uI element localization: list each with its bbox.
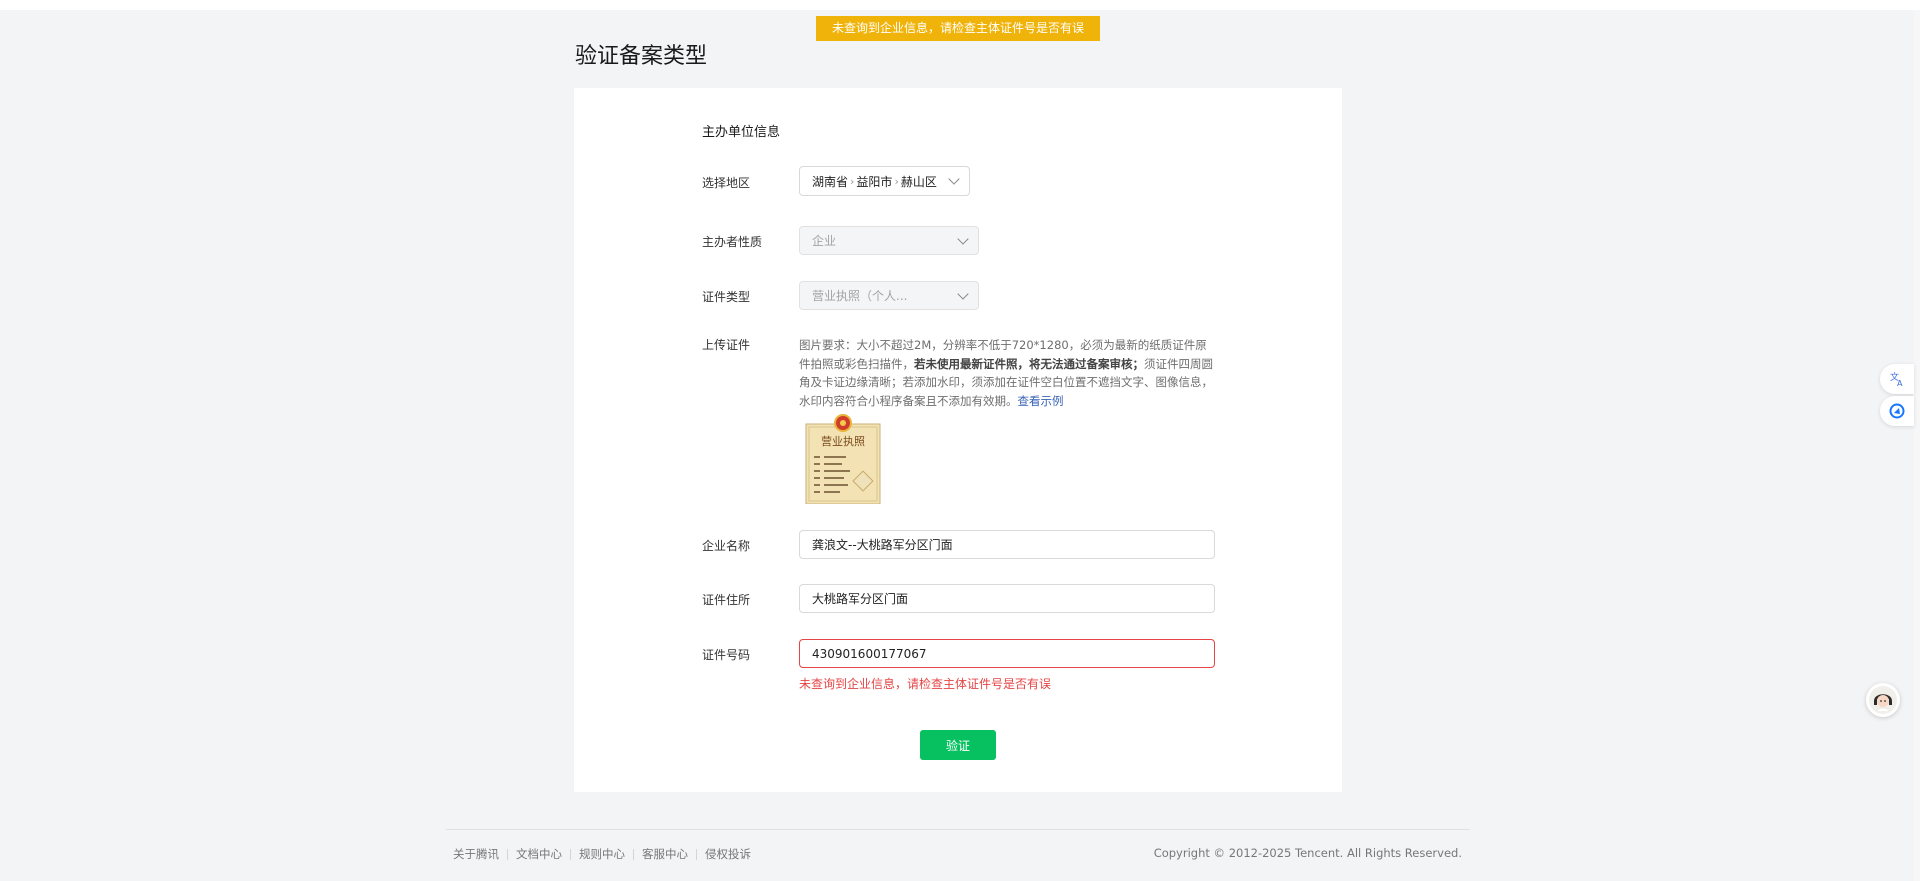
assistant-button[interactable] [1880,396,1914,426]
translate-icon: 文 A [1890,371,1903,387]
chevron-right-icon: › [850,174,855,188]
upload-hint-warning: 若未使用最新证件照，将无法通过备案审核； [914,356,1144,371]
cert-address-input[interactable]: 大桃路军分区门面 [799,584,1215,613]
organizer-type-select[interactable]: 企业 [799,226,979,255]
top-bar [0,0,1920,10]
cert-number-value: 430901600177067 [812,646,927,661]
province-value: 湖南省 [812,174,849,189]
scrollbar[interactable] [1914,10,1920,881]
copyright: Copyright © 2012-2025 Tencent. All Right… [1153,846,1462,860]
uploaded-license-thumbnail[interactable]: 营业执照 [804,414,882,505]
region-label: 选择地区 [702,176,751,190]
city-value: 益阳市 [856,174,893,189]
page-title: 验证备案类型 [575,44,708,69]
company-name-label: 企业名称 [702,539,751,553]
cert-number-label: 证件号码 [702,648,751,662]
cert-number-error: 未查询到企业信息，请检查主体证件号是否有误 [799,677,1052,691]
verify-button[interactable]: 验证 [920,730,996,760]
cert-address-label: 证件住所 [702,593,751,607]
upload-hint: 图片要求：大小不超过2M，分辨率不低于720*1280，必须为最新的纸质证件原件… [799,336,1215,410]
organizer-type-value: 企业 [812,234,837,248]
footer-link-rules[interactable]: 规则中心 [571,846,633,862]
error-toast: 未查询到企业信息，请检查主体证件号是否有误 [816,16,1100,41]
chevron-down-icon [948,173,960,185]
cert-type-value: 营业执照（个人... [812,289,908,303]
assistant-icon [1889,403,1905,419]
cert-number-input[interactable]: 430901600177067 [799,639,1215,668]
license-thumb-title: 营业执照 [821,434,865,448]
upload-label: 上传证件 [702,338,751,352]
chevron-right-icon: › [894,174,899,188]
cert-type-label: 证件类型 [702,290,751,304]
license-image: 营业执照 [805,414,881,505]
chevron-down-icon [957,232,969,245]
svg-text:A: A [1897,379,1903,387]
company-name-value: 龚浪文--大桃路军分区门面 [812,538,953,552]
translate-button[interactable]: 文 A [1880,364,1914,394]
region-value: 湖南省 › 益阳市 › 赫山区 [812,173,937,190]
company-name-input[interactable]: 龚浪文--大桃路军分区门面 [799,530,1215,559]
footer-link-support[interactable]: 客服中心 [634,846,696,862]
avatar-icon [1869,686,1897,714]
region-select[interactable]: 湖南省 › 益阳市 › 赫山区 [799,166,970,196]
footer-links: 关于腾讯 文档中心 规则中心 客服中心 侵权投诉 [453,846,759,862]
cert-address-value: 大桃路军分区门面 [812,592,909,606]
footer-link-docs[interactable]: 文档中心 [508,846,570,862]
section-title: 主办单位信息 [702,125,781,140]
organizer-type-label: 主办者性质 [702,235,763,249]
footer-link-infringement[interactable]: 侵权投诉 [697,846,759,862]
view-example-link[interactable]: 查看示例 [1018,394,1064,408]
footer-divider [446,829,1470,830]
chevron-down-icon [957,287,969,300]
footer-link-about[interactable]: 关于腾讯 [453,846,507,862]
cert-type-select[interactable]: 营业执照（个人... [799,281,979,310]
district-value: 赫山区 [900,174,937,189]
customer-service-avatar[interactable] [1866,683,1900,717]
